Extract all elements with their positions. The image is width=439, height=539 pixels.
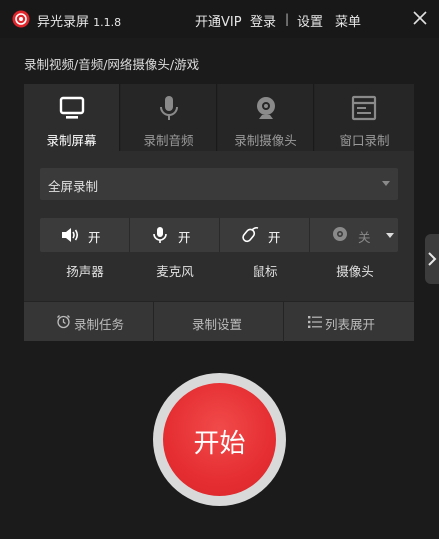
close-icon[interactable] [410,8,430,28]
title-bar: 异光录屏 1.1.8 开通VIP 登录 | 设置 菜单 [0,0,439,38]
expand-list-button[interactable]: 列表展开 [284,302,414,342]
record-mode-value: 全屏录制 [48,179,99,194]
vip-link[interactable]: 开通VIP [195,11,242,30]
bottom-button-bar: 录制任务 录制设置 列表展开 [24,301,414,342]
webcam-icon [257,97,275,119]
tab-label: 录制音频 [143,133,194,148]
speaker-toggle[interactable]: 开 [40,218,130,252]
webcam-icon [333,227,347,241]
alarm-clock-icon [57,315,70,329]
tab-label: 窗口录制 [339,133,390,148]
app-title: 异光录屏 1.1.8 [37,11,121,30]
start-button[interactable]: 开始 [153,373,286,506]
speaker-icon [62,228,79,242]
start-button-label: 开始 [193,429,246,459]
mouse-label: 鼠标 [252,264,278,279]
mouse-toggle[interactable]: 开 [220,218,310,252]
app-name: 异光录屏 [37,15,90,30]
tab-label: 录制摄像头 [234,133,297,148]
device-toggle-bar: 开 开 开 关 [40,218,398,252]
speaker-state: 开 [88,230,101,245]
login-link[interactable]: 登录 [250,11,276,30]
link-separator: | [285,12,290,26]
record-settings-label: 录制设置 [192,317,243,332]
chevron-down-icon [382,181,390,186]
mouse-state: 开 [268,230,281,245]
start-button-face: 开始 [163,383,276,496]
list-icon [308,316,322,328]
expand-panel-handle[interactable] [425,234,439,284]
app-version: 1.1.8 [93,16,122,29]
record-tasks-label: 录制任务 [74,317,125,332]
microphone-icon [153,227,167,243]
tab-record-webcam[interactable]: 录制摄像头 [218,84,314,151]
webcam-toggle[interactable]: 关 [310,218,398,252]
microphone-toggle[interactable]: 开 [130,218,220,252]
mouse-icon [242,226,259,243]
expand-list-label: 列表展开 [325,317,376,332]
record-mode-select[interactable]: 全屏录制 [40,168,398,200]
tab-label: 录制屏幕 [46,133,97,148]
app-logo-icon [12,10,30,28]
microphone-state: 开 [178,230,191,245]
webcam-state: 关 [358,230,371,245]
chevron-right-icon [428,252,437,266]
microphone-label: 麦克风 [156,264,194,279]
record-panel: 录制屏幕 录制音频 录制摄像头 窗口录制 全屏录制 开 开 开 关 扬声器 麦克… [24,84,414,342]
menu-link[interactable]: 菜单 [335,11,361,30]
microphone-icon [160,96,178,120]
chevron-down-icon[interactable] [386,233,394,238]
record-tasks-button[interactable]: 录制任务 [24,302,154,342]
tab-record-window[interactable]: 窗口录制 [315,84,414,151]
tab-record-audio[interactable]: 录制音频 [121,84,217,151]
tab-record-screen[interactable]: 录制屏幕 [24,84,120,151]
monitor-icon [59,96,85,119]
window-icon [351,95,377,121]
mode-tabs: 录制屏幕 录制音频 录制摄像头 窗口录制 [24,84,414,151]
record-settings-button[interactable]: 录制设置 [154,302,284,342]
feature-subtitle: 录制视频/音频/网络摄像头/游戏 [24,57,200,72]
settings-link[interactable]: 设置 [297,11,323,30]
speaker-label: 扬声器 [66,264,104,279]
webcam-label: 摄像头 [336,264,374,279]
